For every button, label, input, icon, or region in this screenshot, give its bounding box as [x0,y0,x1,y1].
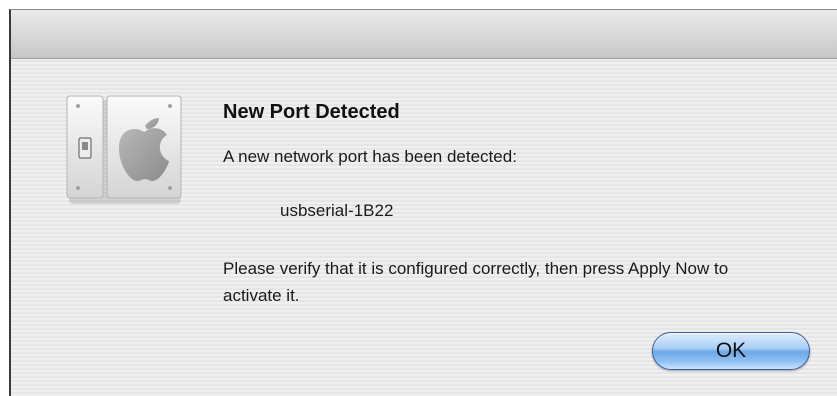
dialog-window: New Port Detected A new network port has… [9,9,837,396]
dialog-title: New Port Detected [223,101,400,123]
system-preferences-network-icon [66,95,182,204]
ok-button[interactable]: OK [652,332,810,370]
port-name: usbserial-1B22 [280,201,394,220]
dialog-message: A new network port has been detected: [223,147,517,166]
title-bar[interactable] [11,10,837,59]
dialog-instructions: Please verify that it is configured corr… [223,259,729,305]
